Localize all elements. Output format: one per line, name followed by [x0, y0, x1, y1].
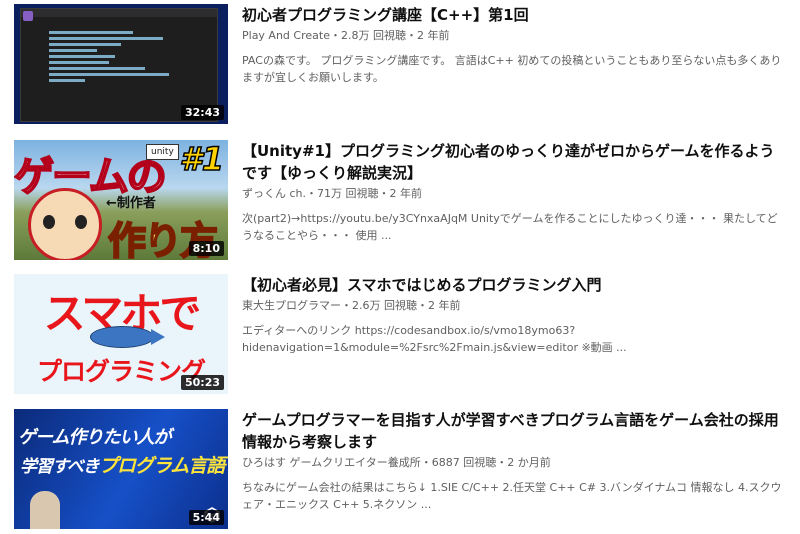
video-title[interactable]: 【初心者必見】スマホではじめるプログラミング入門 [242, 274, 782, 296]
video-description: エディターへのリンク https://codesandbox.io/s/vmo1… [242, 324, 627, 354]
view-stats: 2.6万 回視聴・2 年前 [352, 299, 461, 312]
duration-badge: 5:44 [188, 510, 224, 525]
video-thumbnail[interactable]: 32:43 [14, 4, 228, 124]
channel-name[interactable]: ずっくん ch. [242, 187, 306, 200]
duration-badge: 50:23 [180, 375, 224, 390]
channel-name[interactable]: Play And Create [242, 29, 330, 42]
video-meta: 東大生プログラマー・2.6万 回視聴・2 年前 [242, 299, 461, 312]
thumb-number: #1 [179, 140, 225, 179]
video-thumbnail[interactable]: ゲームの unity #1 ←制作者 作り方 8:10 [14, 140, 228, 260]
video-result[interactable]: スマホで プログラミング 50:23 【初心者必見】スマホではじめるプログラミン… [14, 274, 800, 394]
video-result[interactable]: ゲーム作りたい人が 学習すべきプログラム言語 5:44 ゲームプログラマーを目指… [14, 409, 800, 529]
unity-badge: unity [146, 144, 179, 160]
view-stats: 2.8万 回視聴・2 年前 [340, 29, 450, 42]
video-result[interactable]: ゲームの unity #1 ←制作者 作り方 8:10 【Unity#1】プログ… [14, 140, 800, 260]
thumb-text: ゲーム作りたい人が [18, 427, 171, 448]
presenter-image [30, 491, 60, 529]
fish-icon [90, 326, 165, 348]
video-result[interactable]: 32:43 初心者プログラミング講座【C++】第1回 Play And Crea… [14, 4, 800, 124]
channel-name[interactable]: 東大生プログラマー [242, 299, 341, 312]
video-description: PACの森です。 プログラミング講座です。 言語はC++ 初めての投稿ということ… [242, 54, 782, 84]
video-thumbnail[interactable]: ゲーム作りたい人が 学習すべきプログラム言語 5:44 [14, 409, 228, 529]
video-meta: ずっくん ch.・71万 回視聴・2 年前 [242, 187, 423, 200]
thumb-text: 学習すべきプログラム言語 [20, 455, 225, 477]
video-title[interactable]: ゲームプログラマーを目指す人が学習すべきプログラム言語をゲーム会社の採用情報から… [242, 409, 782, 453]
video-description: 次(part2)→https://youtu.be/y3CYnxaAJqM Un… [242, 212, 778, 242]
channel-name[interactable]: ひろはす ゲームクリエイター養成所 [242, 456, 421, 469]
thumb-arrow-label: ←制作者 [106, 196, 156, 211]
duration-badge: 32:43 [180, 105, 224, 120]
video-meta: ひろはす ゲームクリエイター養成所・6887 回視聴・2 か月前 [242, 456, 551, 469]
video-title[interactable]: 【Unity#1】プログラミング初心者のゆっくり達がゼロからゲームを作るようです… [242, 140, 782, 184]
video-meta: Play And Create・2.8万 回視聴・2 年前 [242, 29, 450, 42]
video-title[interactable]: 初心者プログラミング講座【C++】第1回 [242, 4, 782, 26]
yukkuri-character-image [28, 188, 102, 260]
video-description: ちなみにゲーム会社の結果はこちら↓ 1.SIE C/C++ 2.任天堂 C++ … [242, 481, 782, 511]
video-thumbnail[interactable]: スマホで プログラミング 50:23 [14, 274, 228, 394]
duration-badge: 8:10 [188, 241, 224, 256]
visual-studio-icon [23, 11, 33, 21]
view-stats: 6887 回視聴・2 か月前 [431, 456, 551, 469]
view-stats: 71万 回視聴・2 年前 [317, 187, 423, 200]
